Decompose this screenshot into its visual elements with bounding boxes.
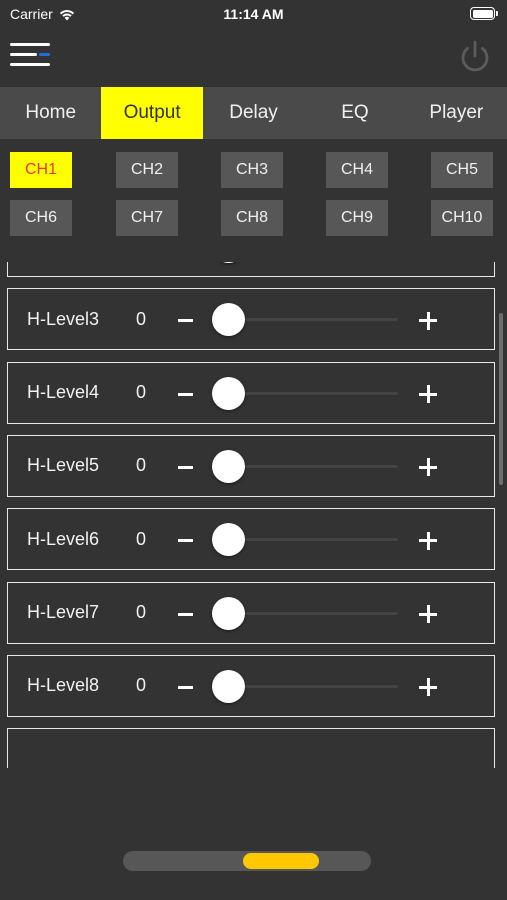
- list-scrollbar[interactable]: [499, 313, 503, 485]
- decrease-button[interactable]: [174, 289, 198, 349]
- menu-icon[interactable]: [10, 40, 52, 70]
- level-slider[interactable]: [212, 363, 398, 423]
- slider-thumb[interactable]: [212, 449, 245, 483]
- decrease-button[interactable]: [174, 262, 198, 276]
- increase-button[interactable]: [416, 656, 440, 716]
- channel-ch4-button[interactable]: CH4: [326, 152, 388, 188]
- level-row: H-Level6 0: [7, 508, 495, 571]
- level-row: H-Level8 0: [7, 654, 495, 717]
- battery-icon: [470, 7, 498, 20]
- slider-thumb[interactable]: [212, 596, 245, 630]
- status-bar: Carrier 11:14 AM: [0, 0, 507, 28]
- tab-home[interactable]: Home: [0, 87, 101, 139]
- increase-button[interactable]: [416, 436, 440, 496]
- increase-button[interactable]: [416, 289, 440, 349]
- level-value: 0: [136, 455, 147, 476]
- channel-ch10-button[interactable]: CH10: [431, 200, 493, 236]
- increase-button[interactable]: [416, 583, 440, 643]
- level-slider[interactable]: [212, 436, 398, 496]
- slider-thumb[interactable]: [212, 262, 245, 263]
- level-label: H-Level6: [27, 528, 100, 549]
- channel-ch7-button[interactable]: CH7: [116, 200, 178, 236]
- level-value: 0: [136, 262, 146, 276]
- level-value: 0: [136, 382, 147, 403]
- level-row: H-Level7 0: [7, 581, 495, 644]
- level-value: 0: [136, 528, 147, 549]
- decrease-button[interactable]: [174, 583, 198, 643]
- channel-ch2-button[interactable]: CH2: [116, 152, 178, 188]
- channel-ch9-button[interactable]: CH9: [326, 200, 388, 236]
- level-label: H-Level8: [27, 675, 100, 696]
- tab-eq[interactable]: EQ: [304, 87, 405, 139]
- tab-delay[interactable]: Delay: [203, 87, 304, 139]
- level-slider[interactable]: [212, 262, 398, 276]
- decrease-button[interactable]: [174, 363, 198, 423]
- slider-thumb[interactable]: [212, 376, 245, 410]
- level-value: 0: [136, 675, 147, 696]
- level-row: H-Level3 0: [7, 288, 495, 351]
- level-slider[interactable]: [212, 289, 398, 349]
- level-label: H-Level5: [27, 455, 100, 476]
- power-icon[interactable]: [457, 39, 493, 75]
- slider-thumb[interactable]: [212, 669, 245, 703]
- slider-thumb[interactable]: [212, 303, 245, 337]
- channel-selector: CH1 CH2 CH3 CH4 CH5 CH6 CH7 CH8 CH9 CH10: [10, 152, 494, 238]
- channel-ch3-button[interactable]: CH3: [221, 152, 283, 188]
- level-slider[interactable]: [212, 583, 398, 643]
- level-list[interactable]: H-Level20H-Level30H-Level40H-Level50H-Le…: [0, 262, 507, 768]
- tab-player[interactable]: Player: [406, 87, 507, 139]
- level-row: H-Level4 0: [7, 361, 495, 424]
- slider-thumb[interactable]: [212, 523, 245, 557]
- level-label: H-Level2: [27, 262, 99, 276]
- level-label: H-Level4: [27, 382, 100, 403]
- page-indicator-thumb[interactable]: [242, 853, 319, 869]
- tab-output[interactable]: Output: [101, 87, 203, 139]
- channel-ch1-button[interactable]: CH1: [10, 152, 72, 188]
- level-label: H-Level3: [27, 308, 100, 329]
- level-label: H-Level7: [27, 602, 100, 622]
- level-slider[interactable]: [212, 509, 398, 569]
- level-value: 0: [136, 308, 147, 329]
- channel-ch8-button[interactable]: CH8: [221, 200, 283, 236]
- tab-bar: Home Output Delay EQ Player: [0, 87, 507, 139]
- increase-button[interactable]: [416, 509, 440, 569]
- channel-ch6-button[interactable]: CH6: [10, 200, 72, 236]
- level-value: 0: [136, 602, 147, 622]
- level-row: H-Level5 0: [7, 434, 495, 497]
- level-row: H-Level2 0: [7, 262, 495, 277]
- increase-button[interactable]: [416, 363, 440, 423]
- level-row: [7, 728, 495, 768]
- channel-ch5-button[interactable]: CH5: [431, 152, 493, 188]
- decrease-button[interactable]: [174, 436, 198, 496]
- increase-button[interactable]: [416, 262, 440, 276]
- decrease-button[interactable]: [174, 509, 198, 569]
- page-indicator[interactable]: [123, 851, 371, 871]
- status-time: 11:14 AM: [223, 6, 284, 22]
- decrease-button[interactable]: [174, 656, 198, 716]
- level-slider[interactable]: [212, 656, 398, 716]
